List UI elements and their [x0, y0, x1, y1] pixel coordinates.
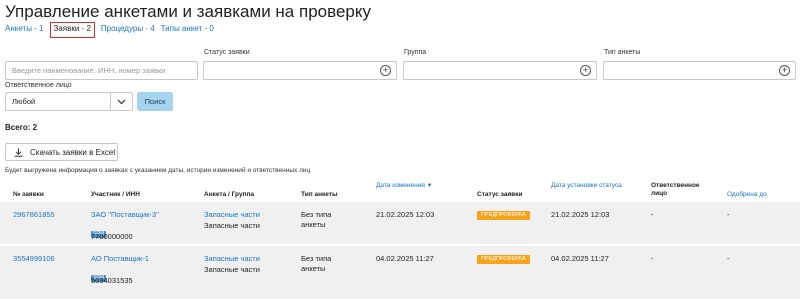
- status-date: 04.02.2025 11:27: [551, 254, 609, 263]
- participant-link[interactable]: ЗАО "Поставщик-3": [91, 210, 159, 220]
- tab-bar: Анкеты - 1 Заявки - 2 Процедуры - 4 Типы…: [5, 22, 220, 38]
- form-type: Без типа анкеты: [301, 254, 332, 273]
- form-link[interactable]: Запасные части: [204, 254, 260, 264]
- sort-down-icon: ▼: [426, 183, 433, 189]
- responsible-value: -: [651, 210, 654, 219]
- header-status: Статус заявки: [477, 191, 523, 198]
- search-button[interactable]: Поиск: [137, 92, 173, 111]
- page-title: Управление анкетами и заявками на провер…: [5, 2, 371, 21]
- approved-until-value: -: [727, 210, 730, 219]
- search-input[interactable]: Введите наименование, ИНН, номер заявки: [5, 61, 198, 80]
- tab-applications[interactable]: Заявки - 2: [49, 22, 95, 38]
- group-filter-label: Группа: [404, 49, 427, 56]
- application-number-link[interactable]: 2967861855: [13, 210, 55, 220]
- tab-form-types[interactable]: Типы анкет - 0: [161, 24, 214, 38]
- header-participant: Участник / ИНН: [91, 191, 140, 198]
- header-status-date[interactable]: Дата установки статуса: [551, 182, 623, 190]
- header-approved-until[interactable]: Одобрена до: [727, 191, 767, 199]
- header-form-group: Анкета / Группа: [204, 191, 255, 198]
- participant-inn: 7700000000: [91, 232, 133, 241]
- changed-date: 04.02.2025 11:27: [376, 254, 434, 263]
- status-filter-field[interactable]: +: [203, 61, 397, 80]
- export-note: Будет выгружена информация о заявках с у…: [5, 167, 311, 174]
- changed-date: 21.02.2025 12:03: [376, 210, 435, 219]
- form-link[interactable]: Запасные части: [204, 210, 260, 220]
- total-count: Всего: 2: [5, 123, 38, 132]
- application-number-link[interactable]: 3554999106: [13, 254, 55, 264]
- chevron-down-icon: [110, 93, 132, 110]
- group-filter-field[interactable]: +: [403, 61, 597, 80]
- status-badge: ПРЕДПРОВЕРКА: [477, 255, 530, 264]
- responsible-value: -: [651, 254, 654, 263]
- download-excel-label: Скачать заявки в Excel: [30, 147, 116, 157]
- download-icon: [14, 148, 23, 157]
- type-filter-label: Тип анкеты: [604, 49, 641, 56]
- group-name: Запасные части: [204, 265, 260, 274]
- header-changed-date[interactable]: Дата изменения ▼: [376, 182, 436, 190]
- plus-circle-icon[interactable]: +: [580, 65, 591, 76]
- responsible-label: Ответственное лицо: [5, 82, 72, 89]
- header-responsible: Ответственное лицо: [651, 182, 700, 197]
- tab-procedures[interactable]: Процедуры - 4: [101, 24, 155, 38]
- header-form-type: Тип анкеты: [301, 191, 338, 198]
- responsible-select[interactable]: Любой: [5, 92, 133, 111]
- responsible-select-value: Любой: [12, 97, 36, 106]
- status-badge: ПРЕДПРОВЕРКА: [477, 211, 530, 220]
- tab-forms[interactable]: Анкеты - 1: [5, 24, 44, 38]
- participant-inn: 5034031535: [91, 276, 133, 285]
- download-excel-button[interactable]: Скачать заявки в Excel: [5, 143, 118, 161]
- header-number: № заявки: [13, 191, 44, 198]
- plus-circle-icon[interactable]: +: [779, 65, 790, 76]
- approved-until-value: -: [727, 254, 730, 263]
- type-filter-field[interactable]: +: [603, 61, 796, 80]
- group-name: Запасные части: [204, 221, 260, 230]
- status-date: 21.02.2025 12:03: [551, 210, 610, 219]
- table-row: 3554999106 АО Поставщик-1 SRM 5034031535…: [0, 246, 800, 299]
- header-changed-label: Дата изменения: [376, 182, 425, 189]
- participant-link[interactable]: АО Поставщик-1: [91, 254, 149, 264]
- table-row: 2967861855 ЗАО "Поставщик-3" SRM 7700000…: [0, 202, 800, 244]
- form-type: Без типа анкеты: [301, 210, 332, 229]
- status-filter-label: Статус заявки: [204, 49, 250, 56]
- plus-circle-icon[interactable]: +: [380, 65, 391, 76]
